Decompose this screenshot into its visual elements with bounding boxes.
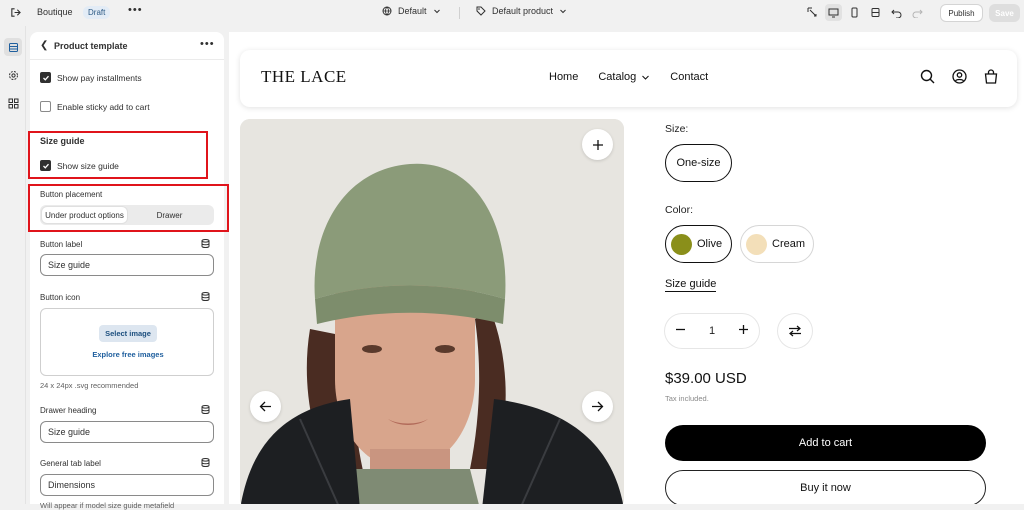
trailing-hint: Will appear if model size guide metafiel… [40, 501, 175, 510]
settings-panel: ❮ Product template ••• Show pay installm… [30, 32, 224, 510]
size-label: Size: [665, 123, 689, 135]
swap-arrows-icon [789, 325, 801, 337]
cream-swatch-icon [746, 233, 767, 255]
color-label: Color: [665, 204, 694, 216]
beanie-model-photo [240, 119, 624, 504]
product-image [240, 119, 624, 504]
next-image-button[interactable] [582, 391, 613, 422]
status-badge: Draft [83, 6, 111, 19]
divider [459, 7, 460, 19]
checkbox-label: Show pay installments [57, 72, 142, 83]
explore-images-link[interactable]: Explore free images [41, 350, 215, 359]
product-info: Size: One-size Color: Olive Cream Size g… [665, 32, 1005, 504]
size-guide-link[interactable]: Size guide [665, 278, 717, 292]
buy-now-button[interactable]: Buy it now [665, 470, 986, 504]
mobile-view-icon[interactable] [846, 4, 863, 21]
color-option-cream[interactable]: Cream [740, 225, 814, 263]
settings-gear-icon[interactable] [4, 66, 22, 84]
quantity-stepper: 1 [665, 314, 759, 348]
exit-icon[interactable] [8, 5, 22, 19]
compare-arrows-button[interactable] [778, 314, 812, 348]
panel-header: ❮ Product template ••• [30, 32, 224, 60]
image-picker: Select image Explore free images [40, 308, 214, 376]
toolbar-tools [804, 4, 926, 21]
back-chevron-icon[interactable]: ❮ [40, 40, 48, 51]
size-option-label: One-size [676, 157, 721, 169]
size-option-one-size[interactable]: One-size [665, 144, 732, 182]
sections-icon[interactable] [4, 38, 22, 56]
database-icon [201, 239, 210, 248]
template-select-label: Default product [492, 6, 554, 16]
nav-catalog[interactable]: Catalog [598, 71, 650, 83]
select-image-button[interactable]: Select image [99, 325, 157, 342]
more-icon[interactable]: ••• [128, 4, 143, 16]
database-icon [201, 405, 210, 414]
redo-icon[interactable] [909, 4, 926, 21]
save-button[interactable]: Save [989, 4, 1020, 22]
drawer-heading-input[interactable]: Size guide [40, 421, 214, 443]
arrow-left-icon [259, 401, 271, 412]
store-preview: THE LACE Home Catalog Contact Size: One-… [229, 32, 1024, 504]
store-logo[interactable]: THE LACE [261, 67, 347, 87]
icon-hint: 24 x 24px .svg recommended [40, 381, 139, 390]
publish-button[interactable]: Publish [940, 4, 983, 22]
editor-topbar: Boutique Draft ••• Default Default produ… [0, 0, 1024, 26]
quantity-value[interactable]: 1 [709, 325, 715, 337]
panel-title: Product template [54, 41, 128, 51]
database-icon [201, 292, 210, 301]
olive-swatch-icon [671, 233, 692, 255]
chevron-down-icon [560, 9, 566, 14]
nav-catalog-label: Catalog [598, 71, 637, 83]
show-pay-installments-checkbox[interactable]: Show pay installments [40, 72, 142, 83]
prev-image-button[interactable] [250, 391, 281, 422]
color-option-label: Olive [697, 238, 723, 250]
theme-select-label: Default [398, 6, 427, 16]
plus-icon[interactable] [738, 324, 749, 338]
more-icon[interactable]: ••• [200, 38, 215, 50]
chevron-down-icon [433, 9, 440, 14]
apps-icon[interactable] [4, 94, 22, 112]
button-icon-label: Button icon [40, 293, 81, 302]
theme-select[interactable]: Default [382, 6, 441, 16]
tag-icon [476, 6, 486, 16]
highlight-box-size-guide [28, 131, 208, 179]
checkbox-checked-icon [40, 72, 51, 83]
enable-sticky-checkbox[interactable]: Enable sticky add to cart [40, 101, 150, 112]
editor-rail [0, 26, 26, 504]
chevron-down-icon [642, 75, 650, 80]
globe-icon [382, 6, 392, 16]
checkbox-label: Enable sticky add to cart [57, 101, 150, 112]
database-icon [201, 458, 210, 467]
product-price: $39.00 USD [665, 370, 747, 387]
button-label-input[interactable]: Size guide [40, 254, 214, 276]
add-to-cart-button[interactable]: Add to cart [665, 425, 986, 461]
arrow-right-icon [592, 401, 604, 412]
fullscreen-view-icon[interactable] [867, 4, 884, 21]
inspector-icon[interactable] [804, 4, 821, 21]
desktop-view-icon[interactable] [825, 4, 842, 21]
plus-icon [592, 139, 603, 150]
zoom-plus-button[interactable] [582, 129, 613, 160]
checkbox-unchecked-icon [40, 101, 51, 112]
tax-note: Tax included. [665, 394, 709, 403]
drawer-heading-label: Drawer heading [40, 406, 97, 415]
button-label-label: Button label [40, 240, 83, 249]
general-tab-label: General tab label [40, 459, 101, 468]
color-option-olive[interactable]: Olive [665, 225, 732, 263]
color-option-label: Cream [772, 238, 806, 250]
undo-icon[interactable] [888, 4, 905, 21]
template-select[interactable]: Default product [476, 6, 567, 16]
minus-icon[interactable] [675, 324, 686, 338]
store-name: Boutique [37, 7, 73, 17]
highlight-box-button-placement [28, 184, 229, 232]
general-tab-input[interactable]: Dimensions [40, 474, 214, 496]
nav-home[interactable]: Home [549, 71, 578, 83]
